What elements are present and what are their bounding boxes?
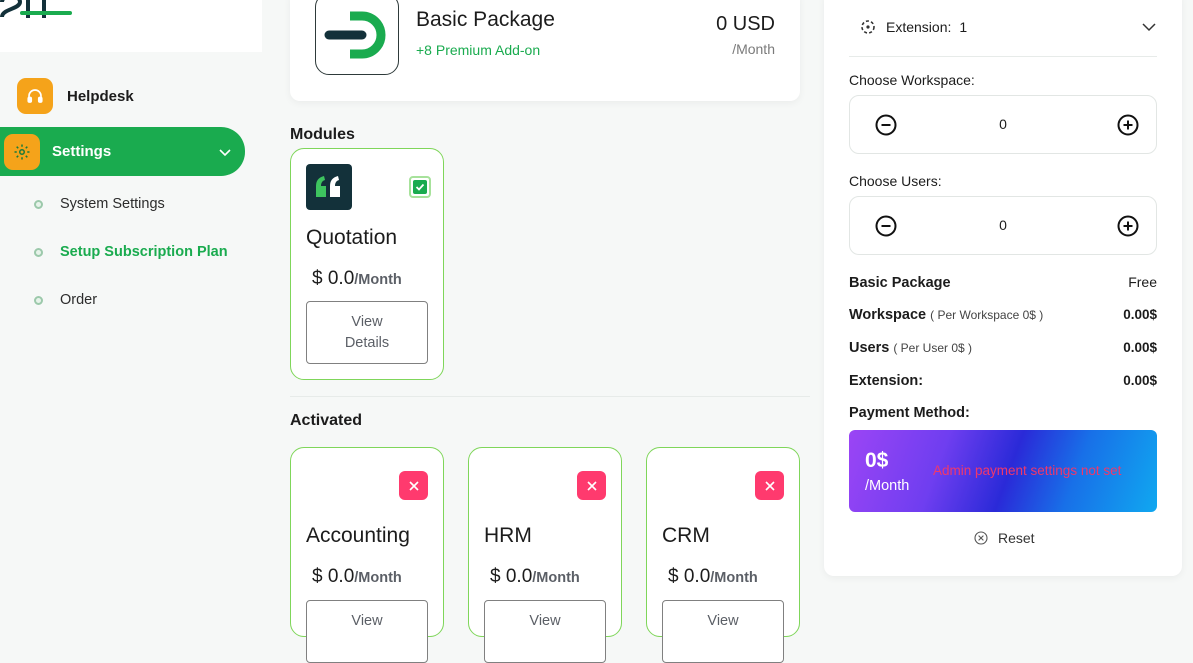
remove-module-button[interactable] [577,471,606,500]
plus-circle-icon[interactable] [1116,113,1140,137]
module-name: HRM [484,524,532,547]
payment-period: /Month [865,478,910,494]
brand-logo[interactable] [0,0,80,30]
extension-label: Extension: [886,19,952,35]
summary-row-basic-package: Basic Package Free [849,274,1157,291]
headset-icon [17,78,53,114]
summary-value: Free [1128,274,1157,290]
module-card-quotation: Quotation $ 0.0/Month View Details [290,148,444,380]
package-logo [315,0,399,75]
bullet-icon [34,199,43,209]
module-price-unit: /Month [354,272,402,288]
package-addon[interactable]: +8 Premium Add-on [416,42,540,58]
workspace-stepper[interactable]: 0 [849,95,1157,154]
module-price-amount: $ 0.0 [312,268,355,289]
sidebar-subitem-order[interactable]: Order [34,289,97,311]
close-circle-icon [974,531,988,545]
view-details-button[interactable]: View [484,600,606,663]
bullet-icon [34,247,43,257]
reset-label: Reset [998,530,1035,546]
summary-note: ( Per Workspace 0$ ) [930,308,1044,322]
payment-method-card[interactable]: 0$ /Month Admin payment settings not set [849,430,1157,512]
section-divider [290,396,810,397]
payment-method-label: Payment Method: [849,405,970,421]
summary-value: 0.00$ [1123,373,1157,388]
summary-value: 0.00$ [1123,340,1157,355]
module-price: $ 0.0/Month [668,566,758,588]
close-icon [764,480,775,491]
payment-amount: 0$ [865,449,889,472]
reset-button[interactable]: Reset [974,530,1035,546]
module-price-unit: /Month [710,570,758,586]
extension-value: 1 [959,19,968,35]
package-price: 0 USD [716,13,775,35]
sidebar-item-label: Helpdesk [67,87,134,105]
quote-icon [306,164,352,210]
sidebar-subitem-setup-subscription-plan[interactable]: Setup Subscription Plan [34,241,228,263]
module-card-hrm: HRM $ 0.0/Month View [468,447,622,663]
sidebar-subitem-label: System Settings [60,196,165,212]
summary-key: Users [849,340,890,356]
workspace-count[interactable]: 0 [850,116,1156,132]
users-stepper[interactable]: 0 [849,196,1157,255]
sidebar: Helpdesk Settings System Settings Setup … [0,0,262,621]
bullet-icon [34,295,43,305]
workspace-label: Choose Workspace: [849,72,975,88]
plus-circle-icon[interactable] [1116,214,1140,238]
modules-title: Modules [290,126,355,143]
remove-module-button[interactable] [399,471,428,500]
module-price-amount: $ 0.0 [312,566,355,587]
module-price: $ 0.0/Month [312,268,402,290]
module-card-crm: CRM $ 0.0/Month View [646,447,800,663]
gear-icon [4,133,40,170]
module-price-amount: $ 0.0 [490,566,533,587]
summary-note: ( Per User 0$ ) [893,341,973,355]
sidebar-subitem-system-settings[interactable]: System Settings [34,193,165,215]
module-price-unit: /Month [532,570,580,586]
module-card-accounting: Accounting $ 0.0/Month View [290,447,444,663]
summary-value: 0.00$ [1123,307,1157,322]
view-details-button[interactable]: View [306,600,428,663]
module-name: Quotation [306,226,398,249]
sidebar-item-helpdesk[interactable]: Helpdesk [0,72,245,120]
sidebar-subitem-label: Order [60,292,98,308]
close-icon [408,480,419,491]
summary-row-workspace: Workspace ( Per Workspace 0$ ) 0.00$ [849,307,1157,323]
chevron-down-icon [1142,23,1156,32]
users-label: Choose Users: [849,173,942,189]
summary-key: Workspace [849,307,927,323]
check-icon [415,183,425,191]
extension-dropdown[interactable]: Extension: 1 [849,14,1157,40]
package-card: Basic Package +8 Premium Add-on 0 USD /M… [290,0,800,101]
panel-divider [849,56,1157,57]
sidebar-subitem-label: Setup Subscription Plan [60,244,228,260]
summary-row-extension: Extension: 0.00$ [849,373,1157,389]
module-select-checkbox[interactable] [409,176,431,198]
module-price-unit: /Month [354,570,402,586]
extension-icon [861,20,875,34]
package-period: /Month [732,41,775,57]
summary-row-users: Users ( Per User 0$ ) 0.00$ [849,340,1157,356]
sidebar-item-label: Settings [52,143,112,160]
activated-title: Activated [290,412,363,429]
summary-key: Basic Package [849,275,951,291]
package-name: Basic Package [416,8,555,31]
module-name: Accounting [306,524,410,547]
module-price: $ 0.0/Month [490,566,580,588]
users-count[interactable]: 0 [850,217,1156,233]
module-name: CRM [662,524,710,547]
sidebar-item-settings[interactable]: Settings [0,127,245,176]
summary-key: Extension: [849,373,924,389]
payment-warning: Admin payment settings not set [933,463,1122,478]
view-details-button[interactable]: View [662,600,784,663]
chevron-down-icon[interactable] [218,147,232,157]
module-price-amount: $ 0.0 [668,566,711,587]
module-price: $ 0.0/Month [312,566,402,588]
view-details-button[interactable]: View Details [306,301,428,364]
close-icon [586,480,597,491]
logo-area [0,0,262,52]
remove-module-button[interactable] [755,471,784,500]
